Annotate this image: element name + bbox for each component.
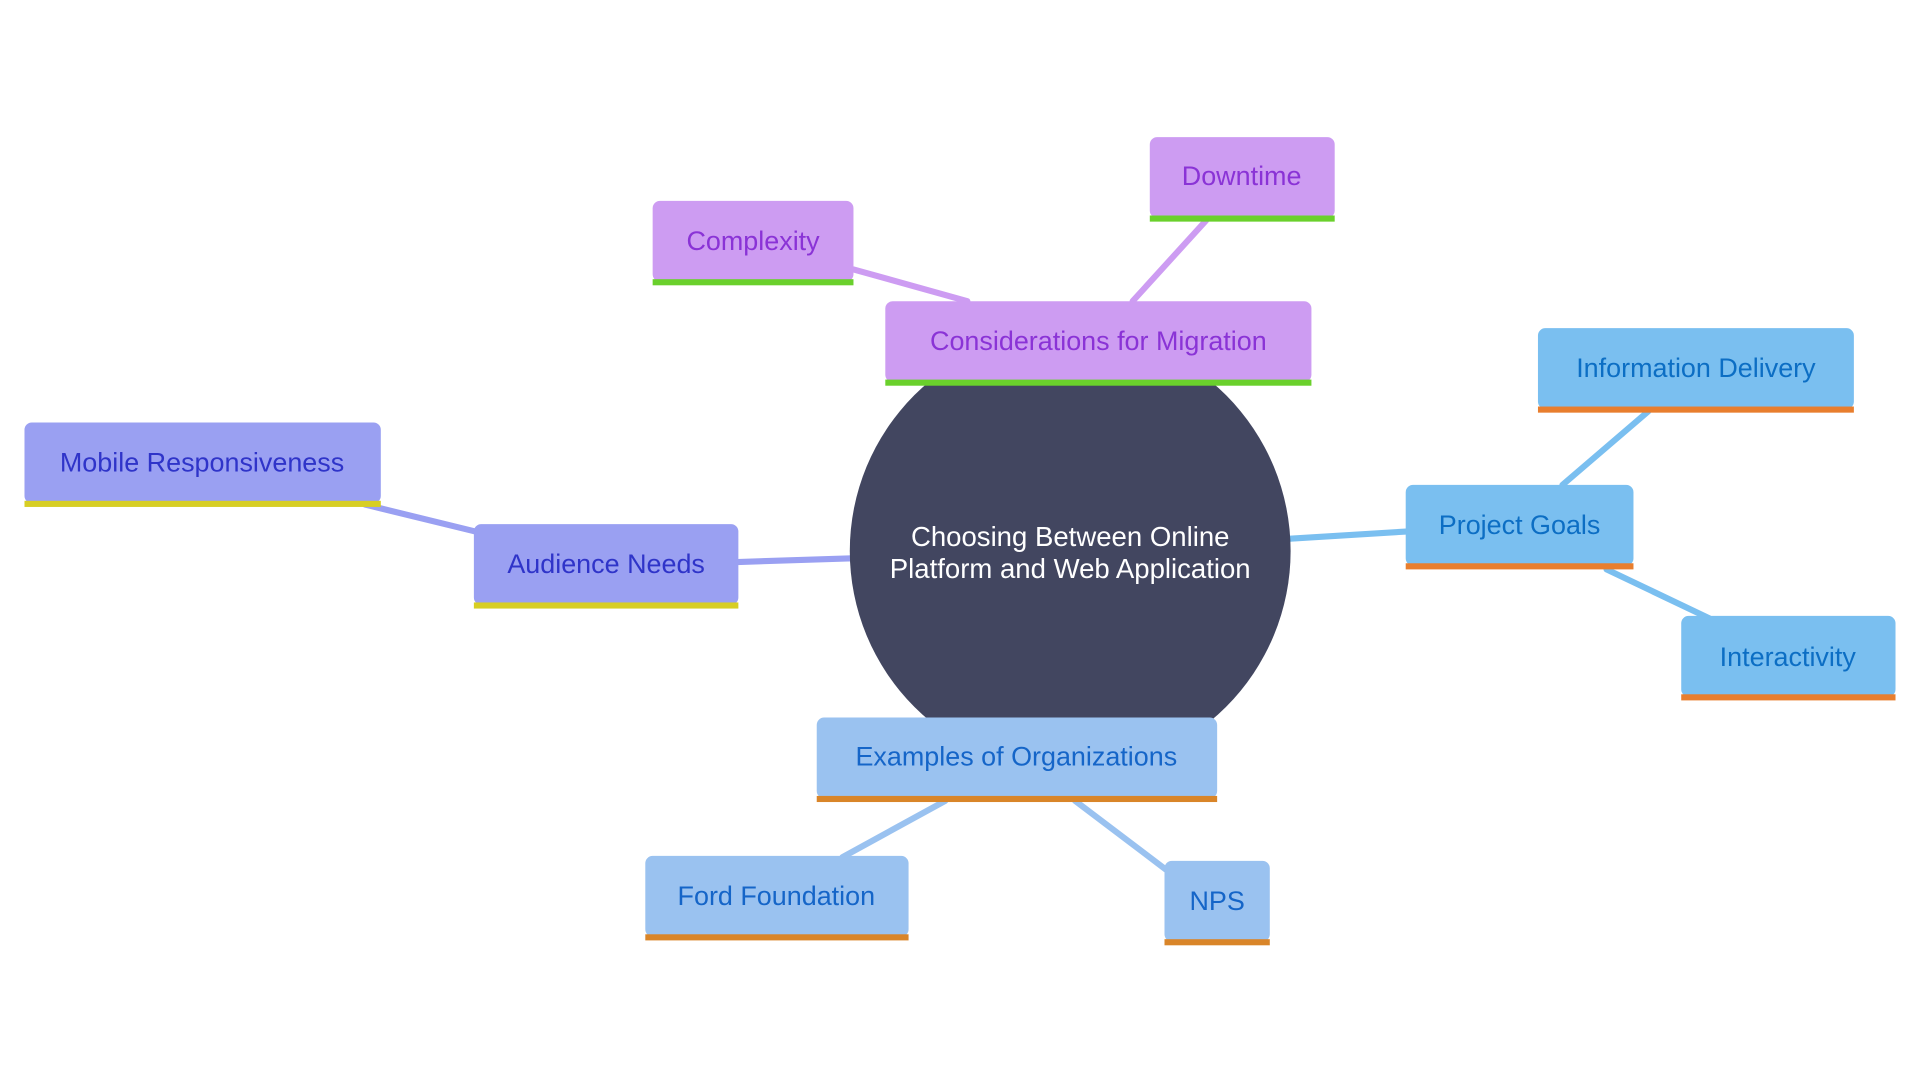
node-underline — [1164, 939, 1270, 946]
node-considerations-for-migration[interactable]: Considerations for Migration — [885, 301, 1312, 386]
node-audience-needs[interactable]: Audience Needs — [473, 524, 739, 609]
node-examples-of-organizations[interactable]: Examples of Organizations — [816, 717, 1218, 803]
node-underline — [1681, 694, 1896, 701]
edge-examples-ford-foundation — [839, 797, 949, 861]
node-label: Project Goals — [1439, 510, 1601, 540]
node-label: Ford Foundation — [678, 881, 876, 911]
node-complexity[interactable]: Complexity — [652, 200, 854, 286]
node-underline — [885, 379, 1312, 386]
edge-considerations-complexity — [850, 266, 971, 305]
edge-root-audience-needs — [734, 555, 856, 566]
node-underline — [652, 279, 854, 286]
root-label-line1: Choosing Between Online — [911, 521, 1230, 552]
node-label: Audience Needs — [507, 549, 705, 579]
node-label: Considerations for Migration — [930, 326, 1267, 356]
node-underline — [645, 934, 909, 941]
node-nps[interactable]: NPS — [1164, 860, 1270, 946]
node-ford-foundation[interactable]: Ford Foundation — [645, 855, 909, 941]
node-information-delivery[interactable]: Information Delivery — [1537, 328, 1854, 413]
node-underline — [816, 795, 1218, 803]
root-label-line2: Platform and Web Application — [890, 553, 1251, 584]
node-label: NPS — [1189, 886, 1244, 916]
edge-audience-needs-mobile-responsiveness — [361, 501, 479, 535]
node-underline — [1149, 215, 1335, 222]
node-interactivity[interactable]: Interactivity — [1681, 615, 1896, 701]
node-project-goals[interactable]: Project Goals — [1405, 484, 1634, 570]
edge-project-goals-information-delivery — [1559, 408, 1652, 488]
node-underline — [473, 602, 739, 609]
node-label: Interactivity — [1720, 642, 1857, 672]
node-downtime[interactable]: Downtime — [1149, 137, 1335, 222]
node-label: Downtime — [1182, 161, 1302, 191]
edge-project-goals-interactivity — [1603, 566, 1713, 622]
node-underline — [1537, 406, 1854, 413]
node-mobile-responsiveness[interactable]: Mobile Responsiveness — [24, 422, 381, 507]
node-underline — [1405, 563, 1634, 570]
edge-examples-nps — [1072, 797, 1169, 873]
edge-root-project-goals — [1285, 528, 1412, 542]
node-underline — [24, 500, 381, 507]
node-label: Examples of Organizations — [855, 741, 1177, 771]
node-label: Complexity — [686, 226, 820, 256]
node-label: Information Delivery — [1576, 353, 1816, 383]
root-node[interactable]: Choosing Between Online Platform and Web… — [849, 330, 1291, 772]
mindmap-canvas: Choosing Between Online Platform and Web… — [24, 137, 1896, 946]
edge-considerations-downtime — [1129, 217, 1210, 305]
node-label: Mobile Responsiveness — [60, 447, 344, 477]
